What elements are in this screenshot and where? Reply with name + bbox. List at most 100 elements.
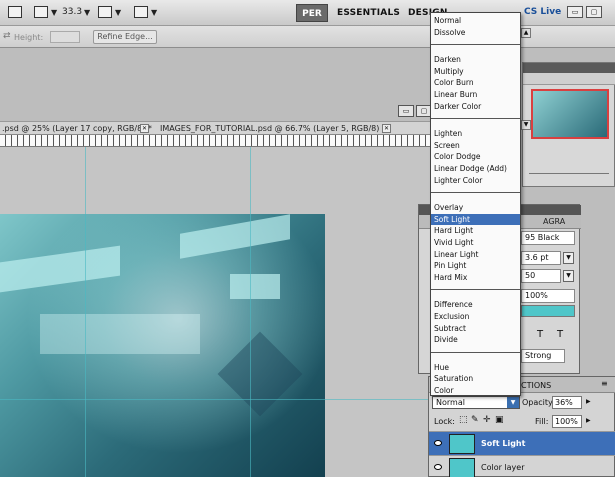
light-beam — [40, 314, 200, 354]
menu-item-difference[interactable]: Difference — [431, 299, 520, 310]
document-image[interactable] — [0, 214, 325, 477]
menu-item-multiply[interactable]: Multiply — [431, 66, 520, 77]
tab-actions[interactable]: CTIONS — [521, 381, 551, 390]
menu-separator — [431, 351, 520, 353]
menu-item-overlay[interactable]: Overlay — [431, 202, 520, 213]
chevron-right-icon[interactable]: ▶ — [586, 398, 591, 405]
chevron-down-icon[interactable]: ▼ — [507, 397, 519, 408]
refine-edge-button[interactable]: Refine Edge... — [93, 30, 157, 44]
close-icon[interactable]: ✕ — [382, 124, 391, 133]
menu-item-divide[interactable]: Divide — [431, 334, 520, 345]
opacity-label: Opacity: — [522, 398, 555, 407]
eye-icon[interactable] — [434, 464, 442, 470]
chevron-down-icon[interactable]: ▼ — [84, 8, 90, 17]
guide-line[interactable] — [0, 399, 430, 400]
lock-transparency-icon[interactable]: ⬚ — [459, 415, 468, 425]
lock-position-icon[interactable]: ✛ — [483, 415, 491, 425]
menu-item-color[interactable]: Color — [431, 385, 520, 395]
eye-icon[interactable] — [434, 440, 442, 446]
menu-item-color-burn[interactable]: Color Burn — [431, 77, 520, 88]
panel-tab-bar[interactable] — [523, 73, 615, 85]
workspace-per-button[interactable]: PER — [296, 4, 328, 22]
light-beam — [180, 214, 290, 259]
opacity-field[interactable]: 36% — [552, 396, 582, 409]
menu-item-exclusion[interactable]: Exclusion — [431, 311, 520, 322]
leading-select[interactable]: 3.6 pt — [521, 251, 561, 265]
menu-item-vivid-light[interactable]: Vivid Light — [431, 237, 520, 248]
menu-item-screen[interactable]: Screen — [431, 140, 520, 151]
scroll-down-icon[interactable]: ▼ — [521, 120, 531, 130]
menu-item-hue[interactable]: Hue — [431, 362, 520, 373]
tab-document-2[interactable]: IMAGES_FOR_TUTORIAL.psd @ 66.7% (Layer 5… — [160, 124, 386, 133]
zoom-level[interactable]: 33.3 — [62, 7, 82, 17]
menu-item-subtract[interactable]: Subtract — [431, 323, 520, 334]
application-bar: ▼ 33.3 ▼ ▼ ▼ PER ESSENTIALS DESIGN CS Li… — [0, 0, 615, 26]
minimize-button[interactable]: ▭ — [567, 6, 583, 18]
document-tabs: .psd @ 25% (Layer 17 copy, RGB/8) * ✕ IM… — [0, 121, 430, 135]
menu-item-normal[interactable]: Normal — [431, 15, 520, 26]
fill-label: Fill: — [535, 417, 549, 426]
lock-all-icon[interactable]: ▣ — [495, 415, 504, 425]
navigator-thumbnail[interactable] — [531, 89, 609, 139]
horizontal-scale-field[interactable]: 100% — [521, 289, 575, 303]
lock-pixels-icon[interactable]: ✎ — [471, 415, 479, 425]
menu-separator — [431, 192, 520, 194]
layer-name[interactable]: Soft Light — [481, 439, 525, 448]
menu-item-darken[interactable]: Darken — [431, 54, 520, 65]
menu-item-lighter-color[interactable]: Lighter Color — [431, 175, 520, 186]
anti-alias-select[interactable]: Strong — [521, 349, 565, 363]
menu-item-saturation[interactable]: Saturation — [431, 373, 520, 384]
zoom-slider[interactable] — [529, 173, 609, 179]
menu-item-darker-color[interactable]: Darker Color — [431, 101, 520, 112]
menu-item-linear-dodge-add[interactable]: Linear Dodge (Add) — [431, 163, 520, 174]
menu-item-hard-light[interactable]: Hard Light — [431, 225, 520, 236]
swap-icon[interactable]: ⇄ — [3, 31, 11, 41]
maximize-button[interactable]: ▢ — [586, 6, 602, 18]
menu-item-linear-burn[interactable]: Linear Burn — [431, 89, 520, 100]
fill-field[interactable]: 100% — [552, 415, 582, 428]
chevron-down-icon[interactable]: ▼ — [115, 8, 121, 17]
layer-row[interactable]: Soft Light — [429, 431, 615, 455]
menu-separator — [431, 118, 520, 120]
layer-name[interactable]: Color layer — [481, 463, 525, 472]
height-field[interactable] — [50, 31, 80, 43]
guide-line[interactable] — [250, 147, 251, 477]
menu-item-pin-light[interactable]: Pin Light — [431, 260, 520, 271]
doc-minimize-button[interactable]: ▭ — [398, 105, 414, 117]
workspace-essentials-button[interactable]: ESSENTIALS — [337, 8, 400, 18]
chevron-down-icon[interactable]: ▼ — [51, 8, 57, 17]
menu-item-linear-light[interactable]: Linear Light — [431, 249, 520, 260]
arrange-documents-icon[interactable] — [98, 6, 112, 18]
chevron-down-icon[interactable]: ▼ — [563, 270, 574, 282]
scroll-up-icon[interactable]: ▲ — [521, 28, 531, 38]
underline-icon[interactable]: T — [537, 329, 543, 340]
text-color-swatch[interactable] — [521, 305, 575, 317]
tab-document-1[interactable]: .psd @ 25% (Layer 17 copy, RGB/8) * — [2, 124, 152, 133]
layer-row[interactable]: Color layer — [429, 455, 615, 477]
chevron-down-icon[interactable]: ▼ — [151, 8, 157, 17]
launch-bridge-icon[interactable] — [8, 6, 22, 18]
menu-item-soft-light[interactable]: Soft Light — [431, 213, 520, 225]
screen-mode-icon[interactable] — [134, 6, 148, 18]
tab-paragraph[interactable]: AGRA — [543, 217, 565, 226]
chevron-right-icon[interactable]: ▶ — [586, 417, 591, 424]
horizontal-ruler — [0, 135, 430, 147]
menu-separator — [431, 289, 520, 291]
chevron-down-icon[interactable]: ▼ — [563, 252, 574, 264]
tracking-select[interactable]: 50 — [521, 269, 561, 283]
menu-item-hard-mix[interactable]: Hard Mix — [431, 272, 520, 283]
panel-menu-icon[interactable]: ≡ — [601, 379, 608, 388]
strikethrough-icon[interactable]: T — [557, 329, 563, 340]
light-beam — [0, 245, 120, 293]
guide-line[interactable] — [85, 147, 86, 477]
menu-item-color-dodge[interactable]: Color Dodge — [431, 151, 520, 162]
menu-item-lighten[interactable]: Lighten — [431, 128, 520, 139]
view-extras-icon[interactable] — [34, 6, 48, 18]
close-icon[interactable]: ✕ — [140, 124, 149, 133]
layer-thumbnail — [449, 458, 475, 477]
panel-header[interactable] — [523, 63, 615, 73]
height-label: Height: — [14, 33, 44, 42]
cs-live-button[interactable]: CS Live — [524, 7, 561, 17]
font-style-select[interactable]: 95 Black — [521, 231, 575, 245]
menu-item-dissolve[interactable]: Dissolve — [431, 27, 520, 38]
